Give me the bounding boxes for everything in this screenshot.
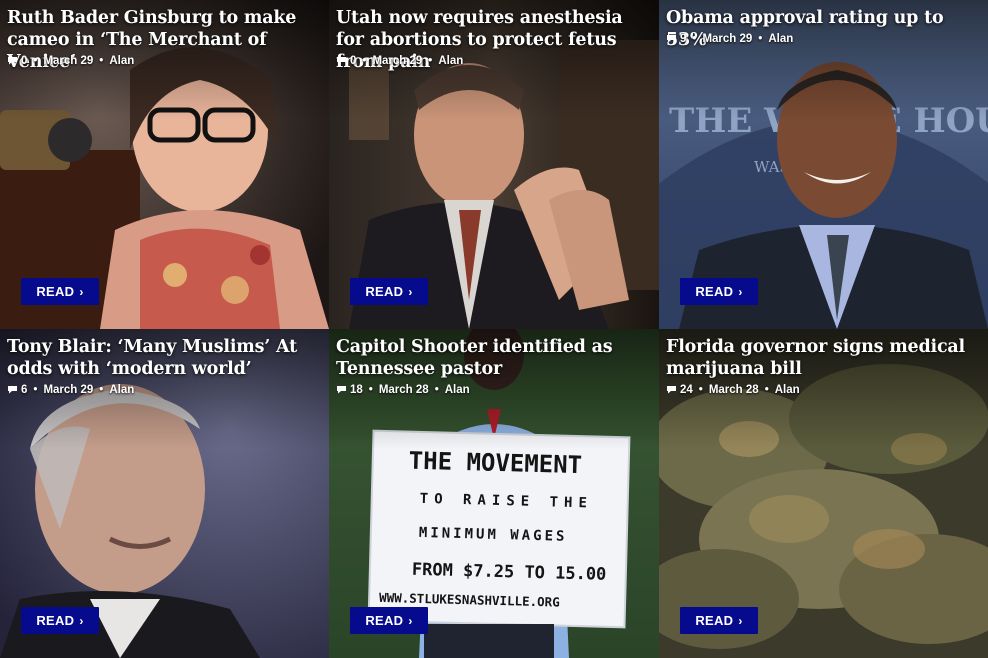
meta-separator: • [758, 33, 763, 45]
read-button[interactable]: READ › [21, 607, 99, 634]
meta-separator: • [428, 55, 433, 67]
comment-bubble-icon [8, 386, 17, 394]
meta-separator: • [99, 384, 104, 396]
comment-count[interactable]: 0 [21, 55, 27, 67]
comment-count[interactable]: 9 [680, 33, 686, 45]
article-meta: 9 • March 29 • Alan [666, 33, 793, 45]
comment-count[interactable]: 0 [350, 55, 356, 67]
meta-separator: • [362, 55, 367, 67]
article-tile[interactable]: THE WHITE HOUSE WASHINGTON Obama approva… [659, 0, 988, 329]
chevron-right-icon: › [79, 614, 84, 628]
meta-separator: • [692, 33, 697, 45]
meta-separator: • [33, 384, 38, 396]
meta-separator: • [99, 55, 104, 67]
meta-separator: • [764, 384, 769, 396]
article-author[interactable]: Alan [438, 55, 463, 67]
article-meta: 0 • March 29 • Alan [7, 55, 134, 67]
article-title[interactable]: Florida governor signs medical marijuana… [666, 336, 980, 380]
read-button[interactable]: READ › [680, 278, 758, 305]
chevron-right-icon: › [79, 285, 84, 299]
meta-separator: • [368, 384, 373, 396]
article-date: March 29 [372, 55, 423, 67]
article-tile[interactable]: Tony Blair: ‘Many Muslims’ At odds with … [0, 329, 329, 658]
article-meta: 6 • March 29 • Alan [7, 384, 134, 396]
read-label: READ [36, 613, 75, 628]
read-button[interactable]: READ › [680, 607, 758, 634]
comment-bubble-icon [337, 57, 346, 65]
read-label: READ [365, 613, 404, 628]
article-title[interactable]: Capitol Shooter identified as Tennessee … [336, 336, 651, 380]
article-title[interactable]: Tony Blair: ‘Many Muslims’ At odds with … [7, 336, 321, 380]
sign-line: THE MOVEMENT [408, 447, 582, 480]
article-author[interactable]: Alan [109, 55, 134, 67]
article-date: March 29 [702, 33, 753, 45]
article-tile[interactable]: Florida governor signs medical marijuana… [659, 329, 988, 658]
comment-bubble-icon [337, 386, 346, 394]
article-author[interactable]: Alan [775, 384, 800, 396]
meta-separator: • [434, 384, 439, 396]
read-label: READ [695, 284, 734, 299]
read-label: READ [36, 284, 75, 299]
article-author[interactable]: Alan [109, 384, 134, 396]
chevron-right-icon: › [738, 285, 743, 299]
comment-count[interactable]: 6 [21, 384, 27, 396]
article-tile[interactable]: THE MOVEMENT TO RAISE THE MINIMUM WAGES … [329, 329, 659, 658]
article-author[interactable]: Alan [445, 384, 470, 396]
meta-separator: • [698, 384, 703, 396]
chevron-right-icon: › [738, 614, 743, 628]
article-tile[interactable]: Ruth Bader Ginsburg to make cameo in ‘Th… [0, 0, 329, 329]
read-label: READ [365, 284, 404, 299]
read-label: READ [695, 613, 734, 628]
article-date: March 29 [43, 384, 94, 396]
comment-bubble-icon [667, 386, 676, 394]
article-author[interactable]: Alan [768, 33, 793, 45]
read-button[interactable]: READ › [350, 278, 428, 305]
article-tile[interactable]: Utah now requires anesthesia for abortio… [329, 0, 659, 329]
comment-count[interactable]: 18 [350, 384, 363, 396]
article-date: March 28 [378, 384, 429, 396]
comment-bubble-icon [667, 35, 676, 43]
article-grid: Ruth Bader Ginsburg to make cameo in ‘Th… [0, 0, 988, 658]
chevron-right-icon: › [408, 285, 413, 299]
article-date: March 28 [708, 384, 759, 396]
article-meta: 0 • March 29 • Alan [336, 55, 463, 67]
comment-bubble-icon [8, 57, 17, 65]
article-meta: 18 • March 28 • Alan [336, 384, 470, 396]
read-button[interactable]: READ › [350, 607, 428, 634]
article-meta: 24 • March 28 • Alan [666, 384, 800, 396]
chevron-right-icon: › [408, 614, 413, 628]
read-button[interactable]: READ › [21, 278, 99, 305]
article-date: March 29 [43, 55, 94, 67]
meta-separator: • [33, 55, 38, 67]
comment-count[interactable]: 24 [680, 384, 693, 396]
